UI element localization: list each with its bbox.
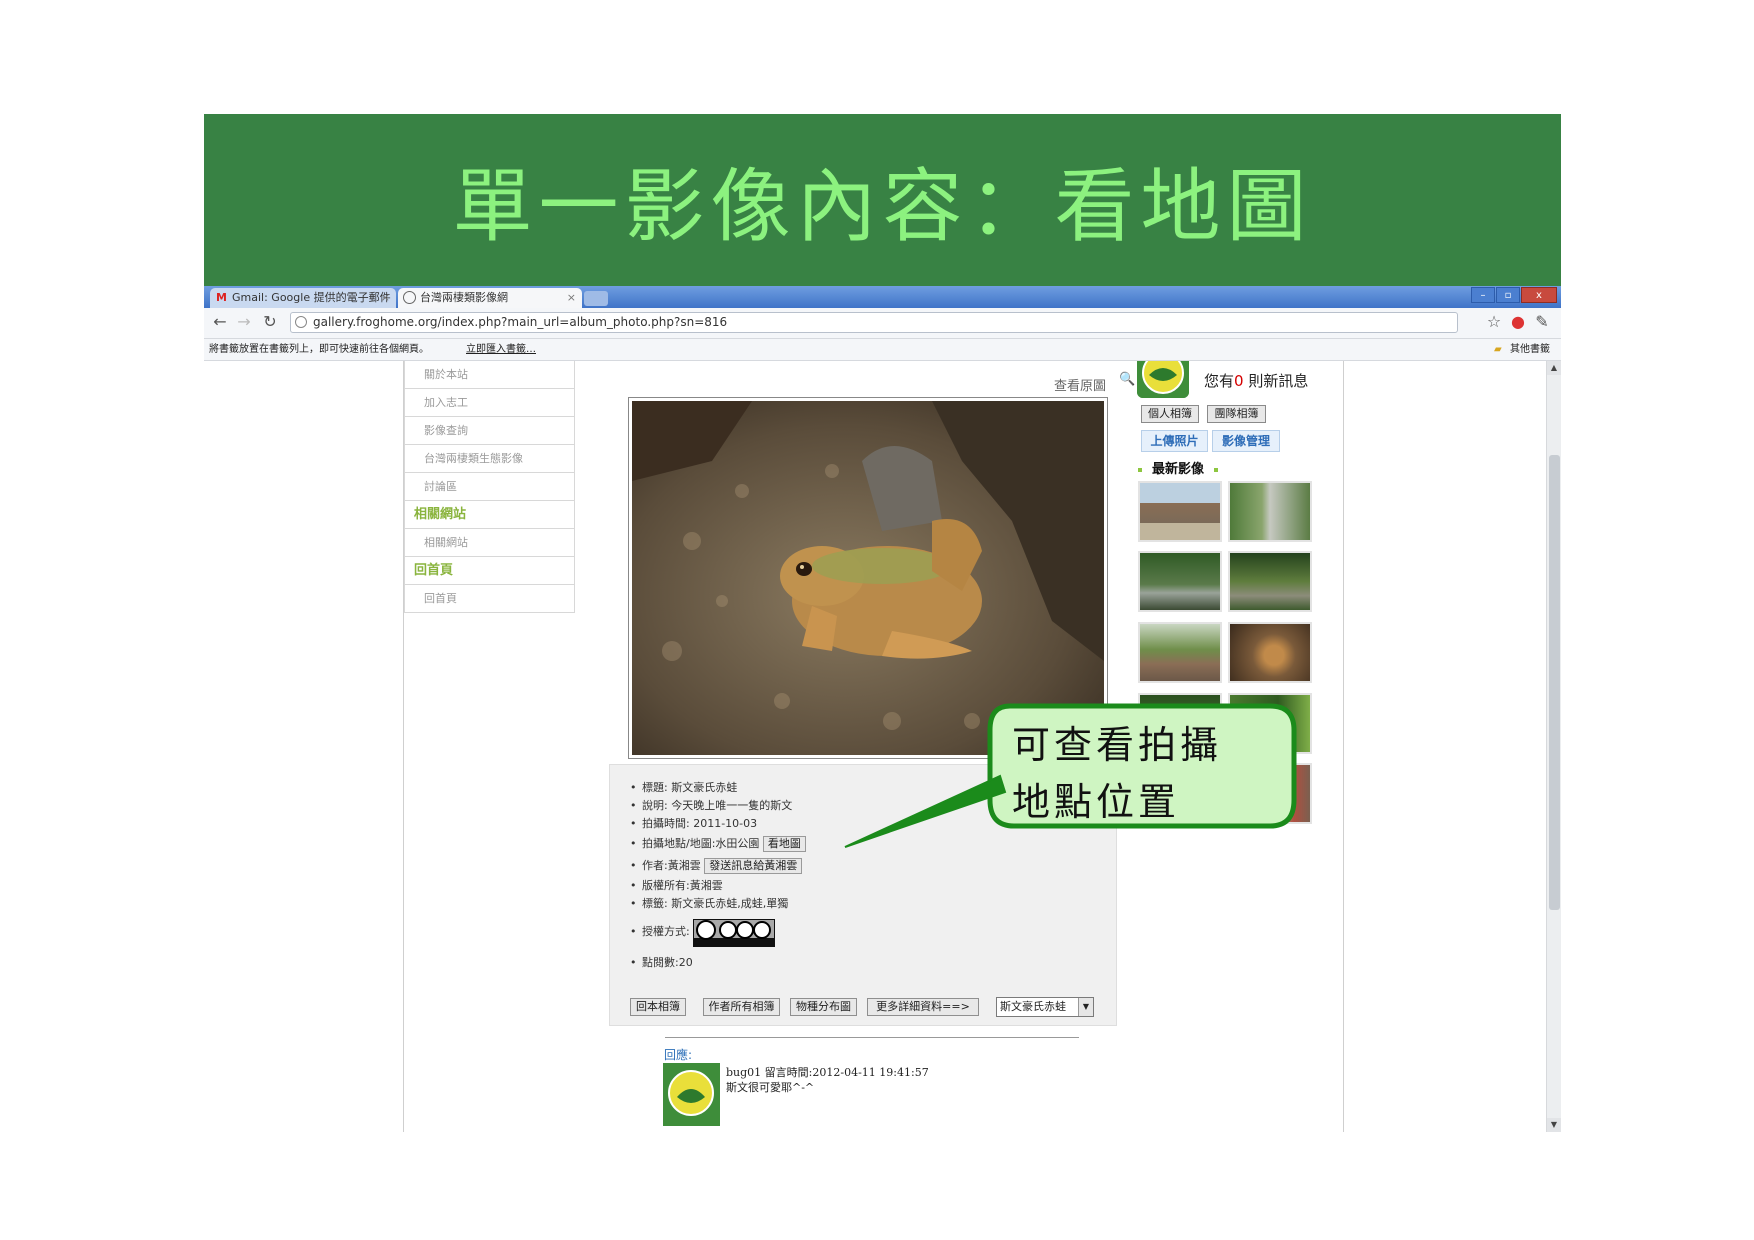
thumbnail[interactable]	[1138, 622, 1222, 683]
globe-icon	[403, 291, 416, 304]
new-msg-count: 0	[1234, 372, 1244, 390]
slide-title-banner: 單一影像內容：看地圖	[204, 114, 1561, 286]
personal-album-button[interactable]: 個人相簿	[1141, 405, 1199, 423]
info-author: • 作者:黃湘雲 發送訊息給黃湘雲	[630, 857, 803, 874]
avatar	[663, 1063, 720, 1126]
info-views: • 點閱數:20	[630, 956, 693, 969]
restore-button[interactable]: ▫	[1496, 287, 1520, 303]
thumbnail[interactable]	[1228, 551, 1312, 612]
tab-froghome[interactable]: 台灣兩棲類影像網 ×	[398, 288, 582, 308]
tab-label: Gmail: Google 提供的電子郵件	[232, 291, 391, 304]
new-tab-button[interactable]	[584, 291, 608, 306]
extension-icon[interactable]: ●	[1508, 312, 1528, 332]
new-message-notice[interactable]: 您有0 則新訊息	[1204, 370, 1308, 391]
team-album-button[interactable]: 團隊相簿	[1207, 405, 1266, 423]
slide-title: 單一影像內容：看地圖	[452, 160, 1313, 253]
tab-strip: M Gmail: Google 提供的電子郵件 × 台灣兩棲類影像網 × – ▫…	[204, 286, 1561, 308]
menu-head-related-sites: 相關網站	[404, 501, 575, 529]
new-msg-suffix: 則新訊息	[1248, 372, 1309, 390]
info-date: • 拍攝時間: 2011-10-03	[630, 817, 758, 830]
web-page: 關於本站 加入志工 影像查詢 台灣兩棲類生態影像 討論區 相關網站 相關網站 回…	[204, 361, 1544, 1132]
import-bookmarks-link[interactable]: 立即匯入書籤…	[466, 339, 536, 360]
callout-text: 可查看拍攝 地點位置	[1012, 717, 1262, 831]
scroll-down-icon[interactable]: ▼	[1547, 1118, 1561, 1132]
reload-icon[interactable]: ↻	[260, 312, 280, 332]
info-tags: • 標籤: 斯文豪氏赤蛙,成蛙,單獨	[630, 897, 789, 910]
image-management-button[interactable]: 影像管理	[1212, 430, 1280, 452]
back-icon[interactable]: ←	[210, 312, 230, 332]
bullet-icon	[1214, 467, 1219, 472]
url-text: gallery.froghome.org/index.php?main_url=…	[313, 315, 728, 329]
reply-label: 回應:	[664, 1048, 693, 1062]
thumbnail[interactable]	[1138, 551, 1222, 612]
menu-item-related-sites[interactable]: 相關網站	[404, 529, 575, 557]
frog-photo[interactable]	[632, 401, 1104, 755]
close-icon[interactable]: ×	[381, 288, 390, 308]
info-description: • 說明: 今天晚上唯一一隻的斯文	[630, 799, 793, 812]
wrench-icon[interactable]: ✎	[1532, 312, 1552, 332]
scroll-thumb[interactable]	[1549, 455, 1560, 910]
bookmark-bar: 將書籤放置在書籤列上，即可快速前往各個網頁。 立即匯入書籤… ▰ 其他書籤	[204, 339, 1561, 361]
menu-item-ecology-images[interactable]: 台灣兩棲類生態影像	[404, 445, 575, 473]
species-select[interactable]: 斯文豪氏赤蛙 ▼	[996, 997, 1094, 1017]
gmail-icon: M	[216, 291, 227, 304]
upload-photo-button[interactable]: 上傳照片	[1141, 430, 1208, 452]
callout-line-1: 可查看拍攝	[1012, 723, 1223, 767]
menu-item-volunteer[interactable]: 加入志工	[404, 389, 575, 417]
info-license: • 授權方式:	[630, 919, 776, 947]
back-to-album-button[interactable]: 回本相簿	[630, 998, 686, 1016]
thumbnail[interactable]	[1138, 481, 1222, 542]
latest-images-heading: 最新影像	[1138, 458, 1219, 477]
bullet-icon	[1138, 467, 1142, 472]
content-divider	[1343, 361, 1344, 1132]
info-copyright: • 版權所有:黃湘雲	[630, 879, 723, 892]
info-title: • 標題: 斯文豪氏赤蛙	[630, 781, 738, 794]
other-bookmarks[interactable]: 其他書籤	[1510, 339, 1550, 360]
thumbnail[interactable]	[1228, 622, 1312, 683]
page-icon	[295, 316, 307, 328]
comment-body: 斯文很可愛耶^-^	[726, 1081, 815, 1094]
user-avatar	[1137, 361, 1189, 398]
menu-item-home[interactable]: 回首頁	[404, 585, 575, 613]
send-message-button[interactable]: 發送訊息給黃湘雲	[704, 858, 803, 874]
menu-item-image-search[interactable]: 影像查詢	[404, 417, 575, 445]
species-select-value: 斯文豪氏赤蛙	[1000, 1000, 1066, 1013]
chevron-down-icon: ▼	[1078, 998, 1093, 1016]
callout-line-2: 地點位置	[1012, 780, 1181, 824]
menu-head-home: 回首頁	[404, 557, 575, 585]
address-bar[interactable]: gallery.froghome.org/index.php?main_url=…	[290, 312, 1458, 333]
new-msg-prefix: 您有	[1204, 372, 1235, 390]
cc-license-icon[interactable]	[693, 919, 776, 947]
forward-icon[interactable]: →	[234, 312, 254, 332]
menu-item-forum[interactable]: 討論區	[404, 473, 575, 501]
vertical-scrollbar[interactable]: ▲ ▼	[1546, 361, 1561, 1132]
scroll-up-icon[interactable]: ▲	[1547, 361, 1561, 375]
close-window-button[interactable]: x	[1521, 287, 1557, 303]
browser-window: M Gmail: Google 提供的電子郵件 × 台灣兩棲類影像網 × – ▫…	[204, 286, 1561, 1132]
author-albums-button[interactable]: 作者所有相簿	[703, 998, 780, 1016]
close-icon[interactable]: ×	[567, 288, 576, 308]
thumbnail[interactable]	[1228, 481, 1312, 542]
species-distribution-button[interactable]: 物種分布圖	[790, 998, 857, 1016]
tab-gmail[interactable]: M Gmail: Google 提供的電子郵件 ×	[210, 288, 396, 308]
view-original-link[interactable]: 查看原圖	[1054, 375, 1106, 394]
menu-item-about[interactable]: 關於本站	[404, 361, 575, 389]
photo-frame	[628, 397, 1108, 759]
star-icon[interactable]: ☆	[1484, 312, 1504, 332]
folder-icon: ▰	[1494, 344, 1502, 355]
magnifier-icon[interactable]: 🔍	[1119, 372, 1135, 387]
view-map-button[interactable]: 看地圖	[762, 836, 806, 852]
comment-divider	[665, 1037, 1079, 1038]
minimize-button[interactable]: –	[1471, 287, 1495, 303]
comment-meta: bug01 留言時間:2012-04-11 19:41:57	[726, 1066, 929, 1079]
info-location: • 拍攝地點/地圖:水田公園 看地圖	[630, 835, 806, 852]
browser-toolbar: ← → ↻ gallery.froghome.org/index.php?mai…	[204, 308, 1561, 339]
bookmark-prompt: 將書籤放置在書籤列上，即可快速前往各個網頁。	[209, 344, 429, 355]
tab-label: 台灣兩棲類影像網	[420, 291, 508, 304]
more-details-button[interactable]: 更多詳細資料==>	[867, 998, 979, 1016]
